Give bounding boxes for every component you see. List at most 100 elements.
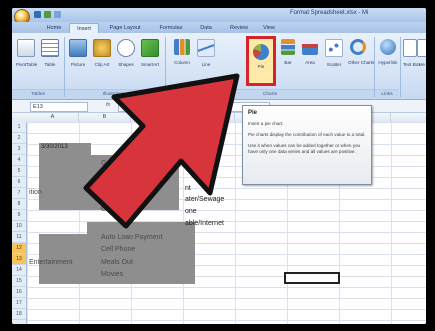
row-header[interactable]: 9	[12, 210, 26, 221]
column-header-c[interactable]: C	[131, 113, 183, 122]
cell-b5[interactable]: Util	[101, 173, 111, 180]
active-cell-e13[interactable]	[284, 272, 340, 284]
tab-view[interactable]: View	[258, 23, 280, 33]
column-header-d[interactable]: D	[183, 113, 235, 122]
shapes-icon	[117, 39, 135, 57]
group-label-tables: Tables	[12, 89, 64, 99]
tab-review[interactable]: Review	[224, 23, 254, 33]
clip-art-button[interactable]: Clip Art	[92, 39, 112, 68]
clip-art-icon	[93, 39, 111, 57]
gray-cell-block	[87, 222, 195, 234]
save-icon[interactable]	[34, 11, 41, 18]
cell-c8[interactable]: one	[185, 208, 197, 215]
tooltip-line: Use it when values can be added together…	[248, 143, 361, 154]
cell-c9[interactable]: able/Internet	[185, 220, 224, 227]
column-header-a[interactable]: A	[27, 113, 79, 122]
header-footer-icon	[417, 39, 426, 57]
cell-c7[interactable]: ater/Sewage	[185, 196, 224, 203]
cell-c6[interactable]: nt	[185, 185, 191, 192]
scatter-chart-icon	[325, 39, 343, 57]
tab-data[interactable]: Data	[194, 23, 218, 33]
smartart-icon	[141, 39, 159, 57]
group-label-links: Links	[375, 89, 399, 99]
group-separator	[400, 37, 401, 97]
tab-page-layout[interactable]: Page Layout	[102, 23, 148, 33]
row-header[interactable]: 14	[12, 265, 26, 276]
group-separator	[165, 37, 166, 97]
column-chart-button[interactable]: Column	[172, 39, 192, 66]
row-header[interactable]: 3	[12, 144, 26, 155]
bar-chart-icon	[281, 39, 295, 55]
name-box[interactable]: E13	[30, 102, 88, 112]
row-header[interactable]: 5	[12, 166, 26, 177]
other-charts-button[interactable]: Other Charts	[348, 39, 374, 66]
cell-a12[interactable]: Entertainment	[29, 259, 73, 266]
row-header[interactable]: 11	[12, 232, 26, 243]
group-label-charts: Charts	[166, 89, 374, 99]
cell-b11[interactable]: Cell Phone	[101, 246, 135, 253]
ribbon-tabs: Home Insert Page Layout Formulas Data Re…	[12, 22, 426, 34]
tab-formulas[interactable]: Formulas	[152, 23, 190, 33]
row-headers: 1 2 3 4 5 6 7 8 9 10 11 12 13 14 15 16 1…	[12, 122, 27, 324]
ribbon: PivotTable Table Tables Picture Clip Art…	[12, 33, 426, 100]
cell-b10[interactable]: Auto Loan Payment	[101, 234, 163, 241]
other-charts-icon	[350, 39, 366, 55]
row-header[interactable]: 6	[12, 177, 26, 188]
smartart-button[interactable]: SmartArt	[140, 39, 160, 68]
pie-chart-icon	[253, 44, 269, 60]
row-header-selected[interactable]: 13	[12, 254, 26, 265]
bar-chart-button[interactable]: Bar	[278, 39, 298, 66]
fx-icon[interactable]: fx	[106, 102, 110, 108]
cell-a6[interactable]: ition	[29, 189, 42, 196]
pivottable-button[interactable]: PivotTable	[16, 39, 37, 68]
date-cell[interactable]: 3/30/2013	[41, 144, 68, 150]
column-header-b[interactable]: B	[79, 113, 131, 122]
row-header-selected[interactable]: 12	[12, 243, 26, 254]
undo-icon[interactable]	[44, 11, 51, 18]
scatter-chart-button[interactable]: Scatter	[324, 39, 344, 68]
excel-window: Format Spreadsheet.xlsx - Mi Home Insert…	[12, 8, 426, 324]
redo-icon[interactable]	[54, 11, 61, 18]
row-header[interactable]: 2	[12, 133, 26, 144]
hyperlink-button[interactable]: Hyperlink	[378, 39, 398, 66]
row-header[interactable]: 17	[12, 298, 26, 309]
picture-icon	[69, 39, 87, 57]
cell-b12[interactable]: Meals Out	[101, 259, 133, 266]
row-header[interactable]: 7	[12, 188, 26, 199]
pivottable-icon	[17, 39, 35, 57]
area-chart-button[interactable]: Area	[300, 39, 320, 66]
column-chart-icon	[174, 39, 190, 55]
tooltip-line: Insert a pie chart.	[248, 121, 284, 126]
pie-chart-button[interactable]: Pie	[246, 36, 276, 86]
line-chart-button[interactable]: Line	[196, 39, 216, 68]
tooltip-line: Pie charts display the contribution of e…	[248, 132, 366, 137]
tab-home[interactable]: Home	[42, 23, 66, 33]
text-box-icon	[403, 39, 417, 57]
shapes-button[interactable]: Shapes	[116, 39, 136, 68]
table-icon	[41, 39, 59, 57]
cell-b8[interactable]: Gas	[101, 206, 114, 213]
table-button[interactable]: Table	[40, 39, 60, 68]
tooltip-title: Pie	[248, 110, 258, 116]
row-header[interactable]: 15	[12, 276, 26, 287]
window-title: Format Spreadsheet.xlsx - Mi	[290, 10, 369, 16]
row-header[interactable]: 16	[12, 287, 26, 298]
group-label-illustrations: Illustrations	[65, 89, 165, 99]
row-header[interactable]: 10	[12, 221, 26, 232]
pie-tooltip: Pie Insert a pie chart. Pie charts displ…	[242, 105, 372, 185]
header-footer-button[interactable]: He	[417, 39, 426, 68]
cell-b4[interactable]: Gro	[101, 160, 113, 167]
row-header[interactable]: 8	[12, 199, 26, 210]
group-separator	[374, 37, 375, 97]
row-header[interactable]: 18	[12, 309, 26, 320]
row-header[interactable]: 1	[12, 122, 26, 133]
text-box-button[interactable]: Text Box	[403, 39, 421, 68]
row-header[interactable]: 4	[12, 155, 26, 166]
cell-b13[interactable]: Movies	[101, 271, 123, 278]
line-chart-icon	[197, 39, 215, 57]
picture-button[interactable]: Picture	[68, 39, 88, 68]
area-chart-icon	[302, 39, 318, 55]
title-bar: Format Spreadsheet.xlsx - Mi	[12, 8, 426, 25]
group-separator	[64, 37, 65, 97]
hyperlink-icon	[380, 39, 396, 55]
